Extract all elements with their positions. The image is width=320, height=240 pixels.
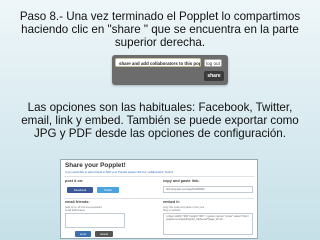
step-8-line-1: Paso 8.- Una vez terminado el Popplet lo…	[19, 10, 301, 23]
popplet-toolbar-screenshot: share and add collaborators to this popp…	[112, 55, 228, 85]
collaborators-bar[interactable]: share and add collaborators to this popp…	[115, 58, 201, 67]
link-field[interactable]: http://popplet.com/app/#/1380500	[163, 186, 253, 193]
facebook-label: Facebook	[73, 188, 87, 192]
post-heading: post it on:	[65, 179, 84, 183]
options-line-3: JPG y PDF desde las opciones de configur…	[34, 127, 286, 141]
step-8-line-2: haciendo clic en "share " que se encuent…	[21, 23, 299, 37]
step-8-line-3: superior derecha.	[114, 36, 206, 50]
embed-heading: embed it:	[163, 200, 180, 204]
divider	[64, 176, 254, 177]
step-8-paragraph: Paso 8.- Una vez terminado el Popplet lo…	[14, 10, 306, 50]
embed-code-field[interactable]: <object width="360" height="300" ><param…	[163, 213, 253, 235]
email-input[interactable]	[65, 213, 125, 228]
divider	[64, 198, 254, 199]
embed-hint-2: blog or website	[163, 209, 181, 212]
share-button[interactable]: share	[204, 71, 224, 81]
send-button[interactable]: send	[75, 231, 91, 237]
share-dialog-screenshot: Share your Popplet! If you would like to…	[60, 159, 258, 239]
options-line-2: email, link y embed. También se puede ex…	[21, 114, 299, 128]
copy-link-heading: copy and paste link:	[163, 179, 200, 183]
options-paragraph: Las opciones son las habituales: Faceboo…	[6, 101, 314, 141]
facebook-button[interactable]: Facebook	[67, 187, 93, 193]
logout-button[interactable]: log out	[204, 59, 222, 67]
options-line-1: Las opciones son las habituales: Faceboo…	[27, 101, 293, 114]
twitter-button[interactable]: Twitter	[97, 187, 119, 193]
dialog-title: Share your Popplet!	[65, 162, 126, 169]
dialog-subtitle: If you would like to add a friend to ADD…	[65, 171, 174, 174]
twitter-label: Twitter	[103, 188, 113, 192]
email-heading: email friends:	[65, 200, 90, 204]
email-hint-2: email addresses)	[65, 209, 85, 212]
cancel-button[interactable]: cancel	[95, 231, 113, 237]
